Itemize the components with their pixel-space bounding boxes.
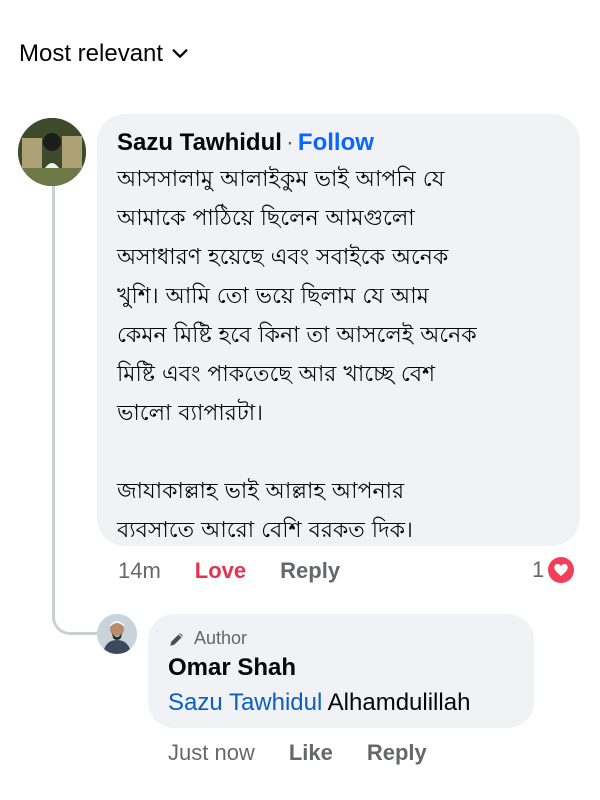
follow-button[interactable]: Follow [298, 129, 374, 156]
comment-author-name[interactable]: Sazu Tawhidul [117, 129, 282, 156]
reply-avatar[interactable] [97, 614, 137, 654]
pencil-icon [170, 632, 183, 646]
separator-dot: · [285, 129, 294, 156]
author-badge: Author [168, 628, 512, 649]
heart-icon [548, 557, 575, 583]
like-button[interactable]: Like [289, 740, 333, 766]
reply-button[interactable]: Reply [367, 740, 427, 766]
comment-text: আসসালামু আলাইকুম ভাই আপনি যে আমাকে পাঠিয… [117, 167, 477, 543]
avatar[interactable] [18, 118, 86, 186]
comment-bubble: Sazu Tawhidul · Follow আসসালামু আলাইকুম ভা… [97, 114, 580, 546]
reply-timestamp[interactable]: Just now [168, 740, 255, 766]
reply-button[interactable]: Reply [280, 558, 340, 584]
comment-header: Sazu Tawhidul · Follow [117, 128, 556, 158]
mention-link[interactable]: Sazu Tawhidul [168, 689, 322, 716]
reaction-count: 1 [532, 557, 545, 582]
author-badge-label: Author [194, 628, 248, 648]
avatar-photo [18, 118, 86, 186]
comment-actions: 14m Love Reply [118, 558, 340, 584]
comment-timestamp[interactable]: 14m [118, 558, 161, 584]
reply-author-name[interactable]: Omar Shah [168, 653, 512, 683]
reaction-summary[interactable]: 1 [532, 557, 575, 583]
reply-text: Sazu Tawhidul Alhamdulillah [168, 687, 512, 719]
sort-label: Most relevant [19, 40, 164, 67]
sort-dropdown[interactable]: Most relevant [19, 40, 189, 68]
reply-actions: Just now Like Reply [168, 740, 427, 766]
chevron-down-icon [172, 49, 188, 58]
reply-bubble: Author Omar Shah Sazu Tawhidul Alhamduli… [148, 614, 534, 728]
reply-message: Alhamdulillah [322, 689, 471, 716]
love-button[interactable]: Love [195, 558, 246, 584]
avatar-photo [97, 614, 137, 654]
